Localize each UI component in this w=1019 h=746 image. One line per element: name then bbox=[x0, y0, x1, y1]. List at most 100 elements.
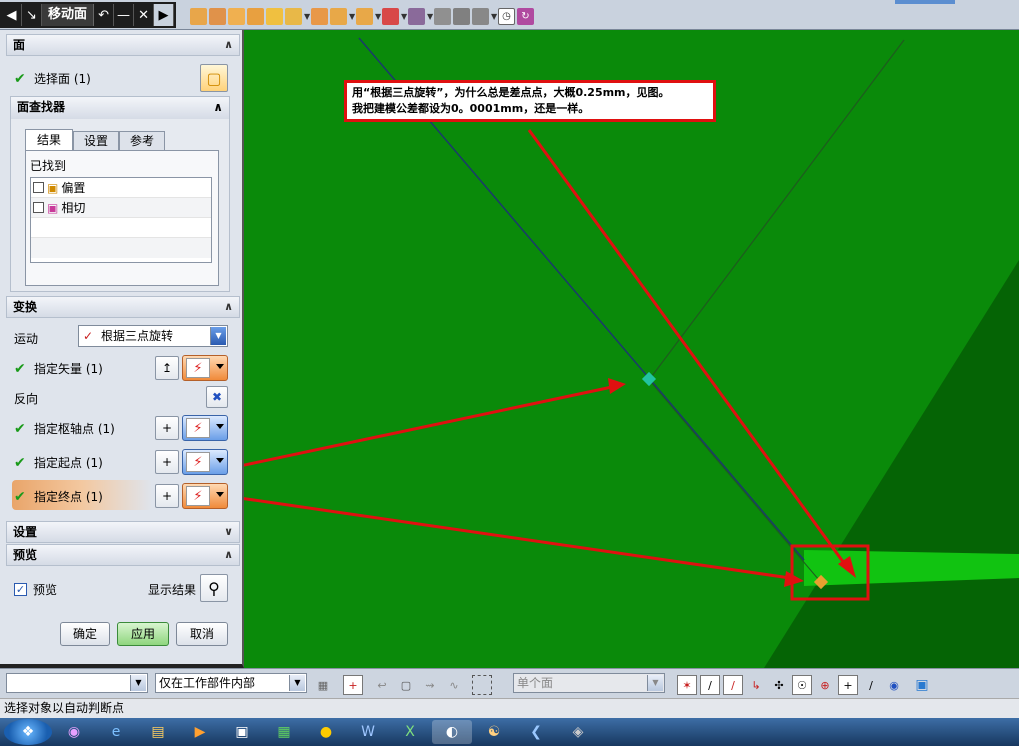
arc-center-icon[interactable]: ☉ bbox=[792, 675, 812, 695]
move-face-icon[interactable] bbox=[190, 7, 207, 25]
start-inferred-button[interactable]: ⚡ bbox=[182, 449, 228, 475]
dropdown-icon[interactable]: ▼ bbox=[349, 8, 355, 25]
list-item[interactable]: ▣ 偏置 bbox=[31, 178, 211, 198]
cancel-button[interactable]: 取消 bbox=[176, 622, 228, 646]
end-inferred-button[interactable]: ⚡ bbox=[182, 483, 228, 509]
app-icon[interactable]: ☯ bbox=[474, 720, 514, 744]
preview-group-header[interactable]: 预览 ∧ bbox=[6, 544, 240, 566]
undo-select-icon[interactable]: ↩ bbox=[372, 675, 392, 695]
end-point-dialog-button[interactable]: + bbox=[155, 484, 179, 508]
qq-icon[interactable]: ● bbox=[306, 720, 346, 744]
select-face-button[interactable]: ▢ bbox=[200, 64, 228, 92]
group-face-icon[interactable] bbox=[434, 7, 451, 25]
intersection-icon[interactable]: ✣ bbox=[769, 675, 789, 695]
section-edit-icon[interactable] bbox=[382, 7, 399, 25]
preview-checkbox-row[interactable]: ✓ 预览 bbox=[14, 581, 57, 598]
cube-icon[interactable]: ▣ bbox=[912, 675, 932, 695]
dropdown-icon[interactable]: ▼ bbox=[491, 8, 497, 25]
expand-icon[interactable]: ∨ bbox=[224, 522, 233, 542]
delete-face-icon[interactable] bbox=[311, 7, 328, 25]
item-checkbox[interactable] bbox=[33, 182, 44, 193]
face-rule-select[interactable]: 单个面 ▼ bbox=[513, 673, 665, 693]
color-app-icon[interactable]: ◉ bbox=[54, 720, 94, 744]
dropdown-icon[interactable]: ▼ bbox=[427, 8, 433, 25]
replace-blend-icon[interactable] bbox=[472, 7, 489, 25]
transform-group-header[interactable]: 变换 ∧ bbox=[6, 296, 240, 318]
dropdown-icon[interactable]: ▼ bbox=[304, 8, 310, 25]
item-checkbox[interactable] bbox=[33, 202, 44, 213]
copy-face-icon[interactable] bbox=[330, 7, 347, 25]
reverse-direction-button[interactable]: ✖ bbox=[206, 386, 228, 408]
chevron-down-icon[interactable]: ▼ bbox=[210, 327, 226, 345]
optimize-face-icon[interactable] bbox=[453, 7, 470, 25]
nx-icon[interactable]: ◐ bbox=[432, 720, 472, 744]
resize-chamfer-icon[interactable] bbox=[285, 7, 302, 25]
minimize-icon[interactable]: — bbox=[114, 4, 135, 26]
word-icon[interactable]: W bbox=[348, 720, 388, 744]
window-icon[interactable]: ▣ bbox=[222, 720, 262, 744]
close-icon[interactable]: ✕ bbox=[134, 4, 155, 26]
tab-reference[interactable]: 参考 bbox=[119, 131, 165, 151]
cursor-icon[interactable]: ↘ bbox=[22, 4, 42, 26]
quadrant-icon[interactable]: ⊕ bbox=[815, 675, 835, 695]
pivot-point-dialog-button[interactable]: + bbox=[155, 416, 179, 440]
point-on-curve-icon[interactable]: ∕ bbox=[861, 675, 881, 695]
vector-dialog-button[interactable]: ↥ bbox=[155, 356, 179, 380]
existing-point-icon[interactable]: + bbox=[838, 675, 858, 695]
app-icon[interactable]: ❮ bbox=[516, 720, 556, 744]
mid-point-snap-icon[interactable]: ∕ bbox=[723, 675, 743, 695]
dropdown-icon[interactable] bbox=[216, 364, 224, 369]
shell-body-icon[interactable] bbox=[408, 7, 425, 25]
motion-select[interactable]: ✓ 根据三点旋转 ▼ bbox=[78, 325, 228, 347]
apply-button[interactable]: 应用 bbox=[117, 622, 169, 646]
excel-icon[interactable]: X bbox=[390, 720, 430, 744]
clock-icon[interactable]: ◷ bbox=[498, 7, 515, 25]
start-point-dialog-button[interactable]: + bbox=[155, 450, 179, 474]
offset-region-icon[interactable] bbox=[228, 7, 245, 25]
pull-face-icon[interactable] bbox=[209, 7, 226, 25]
collapse-icon[interactable]: ∧ bbox=[224, 297, 233, 317]
dropdown-icon[interactable]: ▼ bbox=[401, 8, 407, 25]
media-player-icon[interactable]: ▶ bbox=[180, 720, 220, 744]
folder-icon[interactable]: ▤ bbox=[138, 720, 178, 744]
show-result-button[interactable]: ⚲ bbox=[200, 574, 228, 602]
type-filter-select[interactable]: ▼ bbox=[6, 673, 148, 693]
grid-app-icon[interactable]: ▦ bbox=[264, 720, 304, 744]
history-mode-icon[interactable]: ↻ bbox=[517, 7, 534, 25]
collapse-icon[interactable]: ∧ bbox=[224, 545, 233, 565]
control-point-icon[interactable]: ↳ bbox=[746, 675, 766, 695]
scope-select[interactable]: 仅在工作部件内部 ▼ bbox=[155, 673, 307, 693]
chevron-down-icon[interactable]: ▼ bbox=[130, 675, 146, 691]
snap-icon[interactable]: ⇝ bbox=[420, 675, 440, 695]
filter-icon[interactable]: ▦ bbox=[313, 675, 333, 695]
dropdown-icon[interactable] bbox=[216, 458, 224, 463]
settings-group-header[interactable]: 设置 ∨ bbox=[6, 521, 240, 543]
tab-results[interactable]: 结果 bbox=[25, 129, 73, 151]
point-on-face-icon[interactable]: ◉ bbox=[884, 675, 904, 695]
start-button[interactable]: ❖ bbox=[4, 719, 52, 745]
constrain-face-icon[interactable] bbox=[356, 7, 373, 25]
graphics-window[interactable]: 用“根据三点旋转”，为什么总是差点点，大概0.25mm，见图。 我把建模公差都设… bbox=[244, 30, 1019, 668]
collapse-icon[interactable]: ∧ bbox=[224, 35, 233, 55]
end-point-snap-icon[interactable]: ∕ bbox=[700, 675, 720, 695]
undo-icon[interactable]: ↶ bbox=[94, 4, 115, 26]
ok-button[interactable]: 确定 bbox=[60, 622, 110, 646]
collapse-icon[interactable]: ∧ bbox=[213, 97, 223, 117]
replace-face-icon[interactable] bbox=[247, 7, 264, 25]
dropdown-icon[interactable] bbox=[216, 424, 224, 429]
end-row[interactable]: ✔ 指定终点 (1) bbox=[14, 488, 103, 505]
pivot-inferred-button[interactable]: ⚡ bbox=[182, 415, 228, 441]
select-plus-icon[interactable]: + bbox=[343, 675, 363, 695]
vector-inferred-button[interactable]: ⚡ bbox=[182, 355, 228, 381]
dropdown-icon[interactable]: ▼ bbox=[375, 8, 381, 25]
tab-settings[interactable]: 设置 bbox=[73, 131, 119, 151]
face-finder-header[interactable]: 面查找器 ∧ bbox=[11, 97, 229, 119]
preview-checkbox[interactable]: ✓ bbox=[14, 583, 27, 596]
app-icon[interactable]: ◈ bbox=[558, 720, 598, 744]
eraser-icon[interactable]: ▢ bbox=[396, 675, 416, 695]
expand-icon[interactable]: ▶ bbox=[154, 4, 175, 26]
pipe-icon[interactable]: ∿ bbox=[444, 675, 464, 695]
chevron-down-icon[interactable]: ▼ bbox=[289, 675, 305, 691]
resize-blend-icon[interactable] bbox=[266, 7, 283, 25]
back-icon[interactable]: ◀ bbox=[2, 4, 22, 26]
